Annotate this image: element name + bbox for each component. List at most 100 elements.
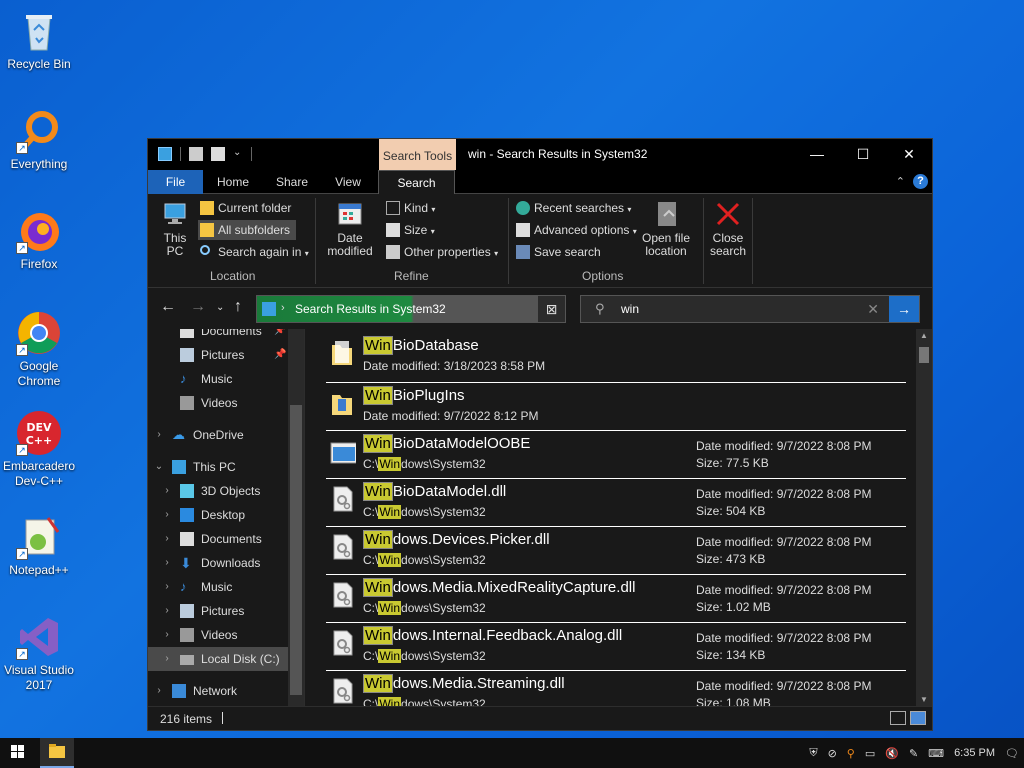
network-disconnected-icon[interactable]: ⊘ [828,747,837,760]
minimize-button[interactable]: — [794,139,840,170]
forward-arrow-icon[interactable]: → [190,298,206,316]
back-arrow-icon[interactable]: ← [160,298,176,316]
scroll-up-icon[interactable]: ▲ [916,331,932,340]
desktop-icon-chrome[interactable]: ↗ Google Chrome [0,310,78,389]
nav-item-pictures[interactable]: › Pictures [148,599,304,623]
list-item[interactable]: Win BioDataModelOOBE C:\Windows\System32 … [326,431,906,479]
close-button[interactable]: ✕ [886,139,932,170]
save-icon [516,245,530,259]
nav-item-network[interactable]: › Network [148,679,304,703]
chrome-icon: ↗ [16,310,62,356]
security-icon[interactable]: ⛨ [809,747,817,760]
other-properties-button[interactable]: Other properties ▾ [384,242,498,262]
nav-item-music[interactable]: › ♪ Music [148,575,304,599]
nav-scrollbar[interactable] [288,329,304,706]
stop-search-icon[interactable]: ⊠ [537,296,565,322]
firefox-icon: ↗ [16,208,62,254]
nav-item-videos[interactable]: › Videos [148,623,304,647]
details-view-icon[interactable] [890,711,906,725]
network-icon[interactable]: ▭ [865,747,875,760]
folder-icon [262,302,276,316]
scrollbar-thumb[interactable] [290,405,302,695]
tab-view[interactable]: View [326,170,370,194]
advanced-options-button[interactable]: Advanced options ▾ [514,220,637,240]
chevron-down-icon[interactable]: ⌄ [216,302,224,313]
item-count: 216 items [160,712,213,726]
item-name: Win dows.Media.Streaming.dll [363,674,565,693]
clear-icon[interactable]: ✕ [867,301,879,318]
results-scrollbar[interactable]: ▲ ▼ [916,329,932,706]
search-input[interactable]: ⚲ win ✕ → [580,295,920,323]
list-item[interactable]: Win BioDataModel.dll C:\Windows\System32 … [326,479,906,527]
nav-item-3d-objects[interactable]: › 3D Objects [148,479,304,503]
chevron-down-icon: ▾ [431,205,436,214]
tab-file[interactable]: File [148,170,203,194]
nav-item-documents[interactable]: › Documents [148,527,304,551]
desktop-icon-recycle-bin[interactable]: Recycle Bin [0,8,78,72]
desktop-icon-label: Notepad++ [9,563,69,577]
desktop-icon-devcpp[interactable]: DEV C++ ↗ Embarcadero Dev-C++ [0,410,78,489]
this-pc-button[interactable]: This PC [158,200,192,258]
search-again-in-button[interactable]: Search again in ▾ [198,242,309,262]
tab-search[interactable]: Search [378,170,455,195]
properties-icon[interactable] [189,147,203,161]
pen-icon[interactable]: ✎ [909,747,918,760]
nav-item-desktop[interactable]: › Desktop [148,503,304,527]
nav-item-local-disk[interactable]: › Local Disk (C:) [148,647,304,671]
close-search-button[interactable]: Close search [708,200,748,258]
nav-item-pictures-quick[interactable]: Pictures 📌 [148,343,304,367]
clock[interactable]: 6:35 PM [954,747,995,759]
save-search-button[interactable]: Save search [514,242,601,262]
up-arrow-icon[interactable]: ↑ [234,298,242,316]
volume-muted-icon[interactable]: 🔇 [885,747,899,760]
nav-item-onedrive[interactable]: › ☁ OneDrive [148,423,304,447]
large-icons-view-icon[interactable] [910,711,926,725]
notifications-icon[interactable]: 🗨 [1005,747,1019,760]
current-folder-button[interactable]: Current folder [198,198,291,218]
tab-home[interactable]: Home [210,170,256,194]
current-folder-label: Current folder [218,201,292,215]
list-item[interactable]: Win BioPlugIns Date modified: 9/7/2022 8:… [326,383,906,431]
this-pc-icon [172,460,186,474]
search-icon [200,245,210,255]
nav-item-music-quick[interactable]: ♪ Music [148,367,304,391]
item-date: Date modified: 9/7/2022 8:08 PM [696,679,872,693]
start-button[interactable] [0,738,36,768]
help-icon[interactable]: ? [913,174,928,189]
new-folder-icon[interactable] [211,147,225,161]
search-go-button[interactable]: → [889,296,919,322]
scrollbar-thumb[interactable] [919,347,929,363]
list-item[interactable]: Win dows.Devices.Picker.dll C:\Windows\Sy… [326,527,906,575]
list-item[interactable]: Win dows.Internal.Feedback.Analog.dll C:\… [326,623,906,671]
taskbar-file-explorer[interactable] [40,738,74,768]
nav-item-downloads[interactable]: › ⬇ Downloads [148,551,304,575]
desktop-icon-everything[interactable]: ↗ Everything [0,108,78,172]
chevron-down-icon[interactable]: ⌄ [233,147,243,161]
maximize-button[interactable]: ☐ [840,139,886,170]
nav-item-label: Pictures [201,348,245,362]
nav-item-videos-quick[interactable]: Videos [148,391,304,415]
svg-text:DEV: DEV [26,421,52,434]
ribbon-collapse-icon[interactable]: ⌃ [896,175,905,188]
all-subfolders-button[interactable]: All subfolders [198,220,297,240]
nav-item-this-pc[interactable]: ⌄ This PC [148,455,304,479]
size-button[interactable]: Size ▾ [384,220,435,240]
kind-button[interactable]: Kind ▾ [384,198,435,218]
list-item[interactable]: Win dows.Media.Streaming.dll C:\Windows\S… [326,671,906,706]
desktop-icon-notepadpp[interactable]: ↗ Notepad++ [0,514,78,578]
open-file-location-button[interactable]: Open file location [638,200,694,258]
item-path: C:\Windows\System32 [363,601,486,615]
recent-searches-button[interactable]: Recent searches ▾ [514,198,631,218]
desktop-icon-firefox[interactable]: ↗ Firefox [0,208,78,272]
everything-search-icon[interactable]: ⚲ [847,747,855,760]
list-item[interactable]: Win BioDatabase Date modified: 3/18/2023 … [326,329,906,383]
desktop-icon-visual-studio[interactable]: ↗ Visual Studio 2017 [0,614,78,693]
address-bar[interactable]: › Search Results in System32 ⊠ [256,295,566,323]
keyboard-icon[interactable]: ⌨ [928,747,944,760]
date-modified-button[interactable]: Date modified [320,200,380,258]
nav-item-documents-quick[interactable]: Documents 📌 [148,329,304,343]
item-name: Win BioDataModel.dll [363,482,507,501]
list-item[interactable]: Win dows.Media.MixedRealityCapture.dll C:… [326,575,906,623]
scroll-down-icon[interactable]: ▼ [916,695,932,704]
tab-share[interactable]: Share [268,170,316,194]
